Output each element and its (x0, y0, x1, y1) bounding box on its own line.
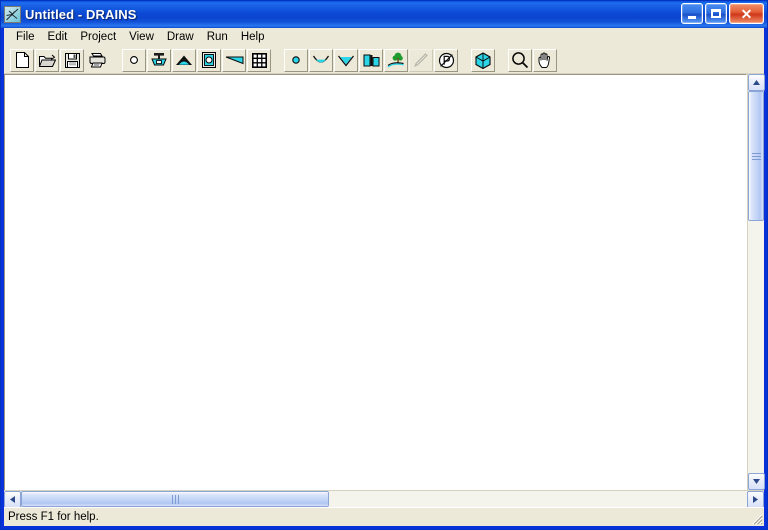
maximize-button[interactable] (705, 3, 727, 24)
save-floppy-icon (64, 52, 80, 68)
status-bar: Press F1 for help. (4, 507, 764, 526)
horizontal-scroll-thumb[interactable] (21, 491, 329, 507)
overflow-arch-icon (175, 53, 193, 67)
draw-pencil-button[interactable] (409, 48, 433, 72)
minimize-button[interactable] (681, 3, 703, 24)
pit-inlet-icon (150, 52, 168, 68)
cyan-node-icon (289, 53, 303, 67)
node-button[interactable] (122, 48, 146, 72)
pan-button[interactable] (533, 48, 557, 72)
subcatchment-button[interactable] (384, 48, 408, 72)
application-window: Untitled - DRAINS ✕ File Edit Project Vi… (0, 0, 768, 530)
drawing-canvas[interactable] (4, 74, 747, 490)
pit-button[interactable] (147, 48, 171, 72)
toolbar-group-hydraulic-elements (284, 48, 459, 72)
v-channel-button[interactable] (334, 48, 358, 72)
pan-hand-icon (537, 51, 554, 69)
open-folder-icon (38, 53, 56, 68)
window-title: Untitled - DRAINS (25, 7, 137, 22)
status-message: Press F1 for help. (8, 510, 99, 523)
close-icon: ✕ (740, 5, 753, 22)
window-controls: ✕ (681, 3, 764, 24)
properties-button[interactable] (434, 48, 458, 72)
print-icon (88, 52, 106, 68)
toolbar-group-view-tools (508, 48, 558, 72)
new-file-icon (15, 52, 30, 68)
vertical-scroll-track[interactable] (748, 91, 764, 473)
menu-bar: File Edit Project View Draw Run Help (4, 28, 764, 47)
scroll-grip-icon (171, 494, 179, 504)
minimize-icon (682, 4, 702, 23)
detention-basin-icon (201, 52, 217, 68)
title-bar[interactable]: Untitled - DRAINS ✕ (1, 1, 767, 28)
menu-item-file[interactable]: File (10, 29, 42, 46)
overflow-route-button[interactable] (172, 48, 196, 72)
menu-item-edit[interactable]: Edit (42, 29, 75, 46)
u-channel-button[interactable] (309, 48, 333, 72)
channel-wedge-icon (225, 53, 244, 67)
node-circle-icon (127, 53, 141, 67)
scroll-grip-icon (751, 152, 761, 160)
culvert-button[interactable] (359, 48, 383, 72)
pencil-icon (413, 52, 429, 68)
toolbar-group-model (471, 48, 496, 72)
toolbar (4, 47, 764, 74)
horizontal-scroll-track[interactable] (21, 491, 747, 507)
menu-item-view[interactable]: View (123, 29, 161, 46)
scroll-up-arrow[interactable] (748, 74, 765, 91)
vertical-scrollbar[interactable] (747, 74, 765, 490)
print-button[interactable] (85, 48, 109, 72)
channel-button[interactable] (222, 48, 246, 72)
model-button[interactable] (471, 48, 495, 72)
new-file-button[interactable] (10, 48, 34, 72)
save-button[interactable] (60, 48, 84, 72)
culvert-icon (363, 53, 380, 68)
toolbar-group-drainage-elements (122, 48, 272, 72)
scroll-left-arrow[interactable] (4, 491, 21, 508)
client-area (4, 74, 765, 490)
table-button[interactable] (247, 48, 271, 72)
cyan-node-button[interactable] (284, 48, 308, 72)
detention-basin-button[interactable] (197, 48, 221, 72)
scroll-right-arrow[interactable] (747, 491, 764, 508)
subcatchment-tree-icon (387, 52, 405, 68)
menu-item-draw[interactable]: Draw (161, 29, 201, 46)
grid-table-icon (251, 52, 267, 68)
menu-item-help[interactable]: Help (235, 29, 272, 46)
open-file-button[interactable] (35, 48, 59, 72)
menu-item-run[interactable]: Run (201, 29, 235, 46)
scroll-down-arrow[interactable] (748, 473, 765, 490)
menu-item-project[interactable]: Project (74, 29, 123, 46)
vertical-scroll-thumb[interactable] (748, 91, 764, 221)
window-body: File Edit Project View Draw Run Help Pre… (4, 28, 765, 526)
cube-3d-icon (475, 51, 491, 69)
resize-grip-icon[interactable] (750, 512, 763, 525)
magnifier-zoom-icon (511, 51, 529, 69)
close-button[interactable]: ✕ (729, 3, 764, 24)
circled-p-icon (438, 52, 455, 69)
v-channel-icon (337, 53, 355, 67)
toolbar-group-file (10, 48, 110, 72)
u-channel-icon (312, 53, 330, 67)
horizontal-scrollbar[interactable] (4, 490, 764, 508)
maximize-icon (706, 4, 726, 23)
drainage-network-icon (4, 6, 21, 23)
zoom-button[interactable] (508, 48, 532, 72)
